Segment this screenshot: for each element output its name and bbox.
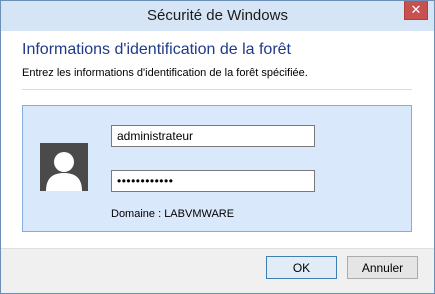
domain-label: Domaine : LABVMWARE: [111, 208, 235, 220]
dialog-heading: Informations d'identification de la forê…: [22, 41, 291, 58]
password-input[interactable]: [111, 170, 315, 192]
username-input[interactable]: [111, 125, 315, 147]
close-button[interactable]: ✕: [404, 1, 428, 20]
header-divider: [22, 89, 412, 90]
credential-tile[interactable]: Domaine : LABVMWARE: [22, 105, 412, 232]
title-bar[interactable]: Sécurité de Windows ✕: [1, 1, 434, 31]
ok-button[interactable]: OK: [266, 256, 337, 279]
button-bar: OK Annuler: [1, 248, 434, 293]
dialog-subheading: Entrez les informations d'identification…: [22, 67, 308, 79]
window-title: Sécurité de Windows: [147, 7, 288, 24]
cancel-button[interactable]: Annuler: [347, 256, 418, 279]
user-silhouette-icon: [40, 143, 88, 191]
security-dialog: Sécurité de Windows ✕ Informations d'ide…: [0, 0, 435, 294]
close-icon: ✕: [410, 2, 422, 17]
